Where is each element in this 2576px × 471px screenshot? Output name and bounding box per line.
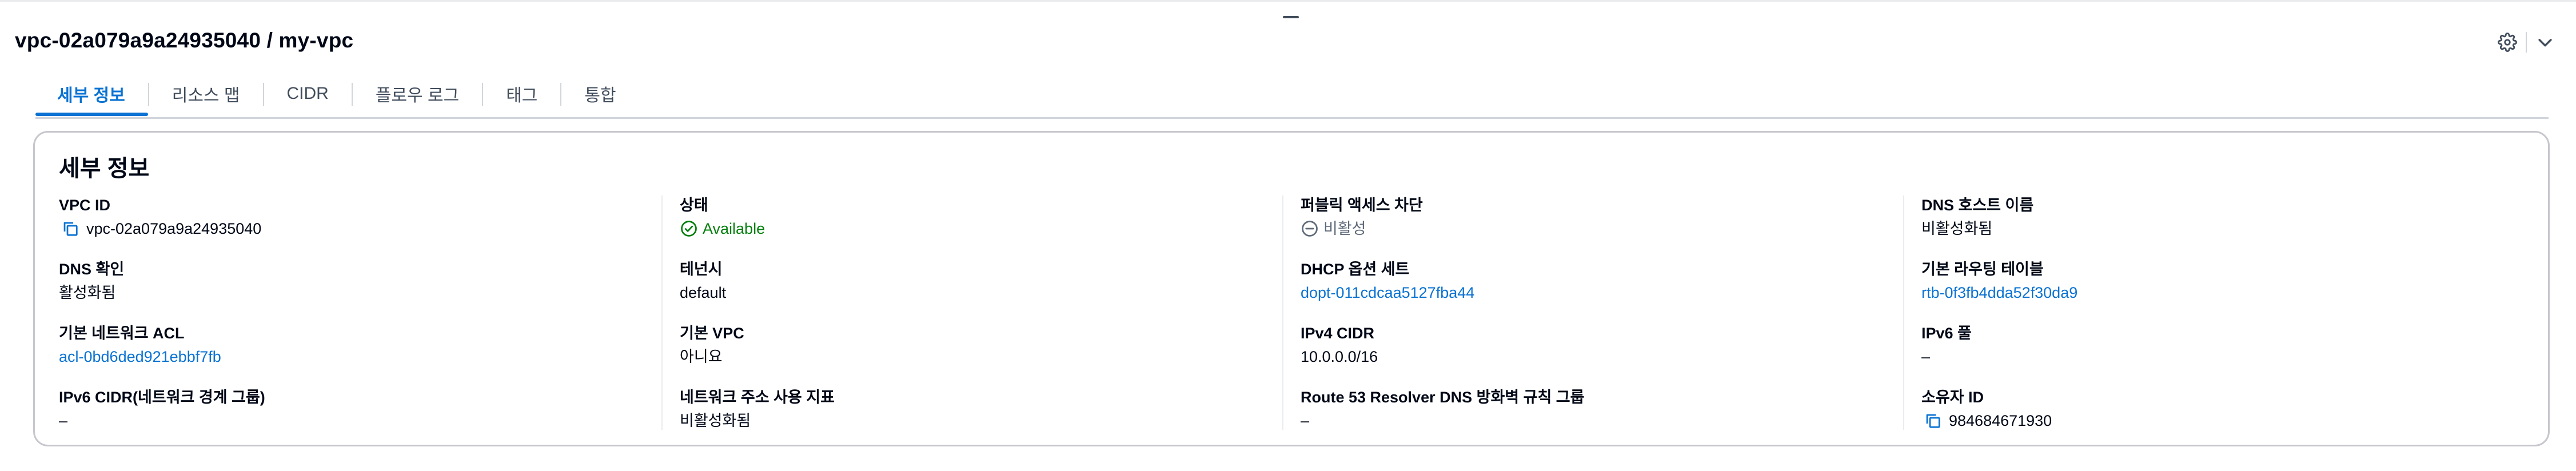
panel-header: vpc-02a079a9a24935040 / my-vpc xyxy=(15,23,2561,58)
network-usage-label: 네트워크 주소 사용 지표 xyxy=(680,389,835,406)
dns-hostnames-label: DNS 호스트 이름 xyxy=(1921,197,2034,214)
tenancy-label: 테넌시 xyxy=(680,261,723,278)
field-owner-id: 소유자 ID 984684671930 xyxy=(1921,388,2524,452)
dns-resolution-label: DNS 확인 xyxy=(59,261,125,278)
owner-id-label: 소유자 ID xyxy=(1921,389,1984,406)
ipv6-cidr-value: – xyxy=(59,412,68,429)
details-column-3: 퍼블릭 액세스 차단 비활성 DHCP 옵션 세트 dopt-011cdcaa5… xyxy=(1282,195,1903,430)
main-route-table-link[interactable]: rtb-0f3fb4dda52f30da9 xyxy=(1921,281,2524,304)
default-vpc-value: 아니요 xyxy=(680,348,723,365)
details-column-2: 상태 Available 테넌시 default 기본 VPC 아니요 네트워크… xyxy=(661,195,1282,430)
field-state: 상태 Available xyxy=(680,195,1282,260)
owner-id-value: 984684671930 xyxy=(1949,412,2052,429)
state-value: Available xyxy=(703,220,765,237)
settings-button[interactable] xyxy=(2491,28,2523,57)
details-column-4: DNS 호스트 이름 비활성화됨 기본 라우팅 테이블 rtb-0f3fb4dd… xyxy=(1903,195,2524,430)
field-dns-hostnames: DNS 호스트 이름 비활성화됨 xyxy=(1921,195,2524,260)
gear-icon xyxy=(2498,33,2517,52)
tab-tags[interactable]: 태그 xyxy=(483,75,560,113)
network-acl-link[interactable]: acl-0bd6ded921ebbf7fb xyxy=(59,345,661,368)
vpc-id-value: vpc-02a079a9a24935040 xyxy=(86,220,262,237)
network-usage-value: 비활성화됨 xyxy=(680,412,751,429)
copy-icon xyxy=(1926,414,1940,428)
minus-circle-icon xyxy=(1301,219,1319,238)
page-title: vpc-02a079a9a24935040 / my-vpc xyxy=(15,29,354,52)
block-public-access-value-row: 비활성 xyxy=(1301,217,1903,240)
dns-resolution-value: 활성화됨 xyxy=(59,284,116,301)
block-public-access-value: 비활성 xyxy=(1323,220,1366,237)
tab-details[interactable]: 세부 정보 xyxy=(35,75,148,116)
chevron-down-icon xyxy=(2538,39,2552,47)
copy-vpc-id-button[interactable] xyxy=(59,217,82,240)
field-ipv6-pool: IPv6 풀 – xyxy=(1921,324,2524,388)
vpc-details-panel: vpc-02a079a9a24935040 / my-vpc 세부 정보 리소스… xyxy=(0,0,2576,471)
field-vpc-id: VPC ID vpc-02a079a9a24935040 xyxy=(59,195,661,260)
field-network-acl: 기본 네트워크 ACL acl-0bd6ded921ebbf7fb xyxy=(59,324,661,388)
header-actions xyxy=(2491,28,2561,57)
copy-owner-id-button[interactable] xyxy=(1921,409,1944,432)
tab-integrations[interactable]: 통합 xyxy=(561,75,639,113)
field-tenancy: 테넌시 default xyxy=(680,260,1282,324)
field-block-public-access: 퍼블릭 액세스 차단 비활성 xyxy=(1301,195,1903,260)
tab-flow-logs[interactable]: 플로우 로그 xyxy=(353,75,482,113)
field-dns-resolution: DNS 확인 활성화됨 xyxy=(59,260,661,324)
field-ipv6-cidr: IPv6 CIDR(네트워크 경계 그룹) – xyxy=(59,388,661,452)
dns-hostnames-value: 비활성화됨 xyxy=(1921,220,1993,237)
details-title: 세부 정보 xyxy=(59,156,150,181)
field-network-usage: 네트워크 주소 사용 지표 비활성화됨 xyxy=(680,388,1282,452)
tenancy-value: default xyxy=(680,284,727,301)
ipv4-cidr-value: 10.0.0.0/16 xyxy=(1301,348,1378,365)
vpc-id-value-row: vpc-02a079a9a24935040 xyxy=(59,217,661,240)
ipv6-pool-value: – xyxy=(1921,348,1931,365)
details-container: 세부 정보 VPC ID vpc-02a079a9a24935040 DNS 확… xyxy=(33,131,2550,446)
panel-resize-handle[interactable] xyxy=(1283,16,1299,18)
field-resolver-firewall: Route 53 Resolver DNS 방화벽 규칙 그룹 – xyxy=(1301,388,1903,452)
vpc-id-label: VPC ID xyxy=(59,197,111,214)
state-value-row: Available xyxy=(680,217,1282,240)
check-circle-icon xyxy=(680,219,698,238)
state-label: 상태 xyxy=(680,197,708,214)
details-columns: VPC ID vpc-02a079a9a24935040 DNS 확인 활성화됨… xyxy=(59,195,2524,430)
resolver-firewall-label: Route 53 Resolver DNS 방화벽 규칙 그룹 xyxy=(1301,389,1585,406)
details-column-1: VPC ID vpc-02a079a9a24935040 DNS 확인 활성화됨… xyxy=(59,195,661,430)
field-default-vpc: 기본 VPC 아니요 xyxy=(680,324,1282,388)
tab-cidr[interactable]: CIDR xyxy=(264,75,352,113)
default-vpc-label: 기본 VPC xyxy=(680,325,744,342)
tab-bar: 세부 정보 리소스 맵 CIDR 플로우 로그 태그 통합 xyxy=(35,75,2549,119)
field-ipv4-cidr: IPv4 CIDR 10.0.0.0/16 xyxy=(1301,324,1903,388)
block-public-access-label: 퍼블릭 액세스 차단 xyxy=(1301,197,1423,214)
resolver-firewall-value: – xyxy=(1301,412,1310,429)
ipv6-cidr-label: IPv6 CIDR(네트워크 경계 그룹) xyxy=(59,389,265,406)
field-dhcp-options: DHCP 옵션 세트 dopt-011cdcaa5127fba44 xyxy=(1301,260,1903,324)
main-route-table-label: 기본 라우팅 테이블 xyxy=(1921,261,2044,278)
dhcp-options-label: DHCP 옵션 세트 xyxy=(1301,261,1410,278)
field-main-route-table: 기본 라우팅 테이블 rtb-0f3fb4dda52f30da9 xyxy=(1921,260,2524,324)
tab-resource-map[interactable]: 리소스 맵 xyxy=(149,75,263,113)
ipv4-cidr-label: IPv4 CIDR xyxy=(1301,325,1375,342)
copy-icon xyxy=(63,222,78,236)
dhcp-options-link[interactable]: dopt-011cdcaa5127fba44 xyxy=(1301,281,1903,304)
owner-id-value-row: 984684671930 xyxy=(1921,409,2524,432)
ipv6-pool-label: IPv6 풀 xyxy=(1921,325,1972,342)
header-divider xyxy=(2526,32,2527,53)
network-acl-label: 기본 네트워크 ACL xyxy=(59,325,185,342)
collapse-button[interactable] xyxy=(2529,28,2561,57)
